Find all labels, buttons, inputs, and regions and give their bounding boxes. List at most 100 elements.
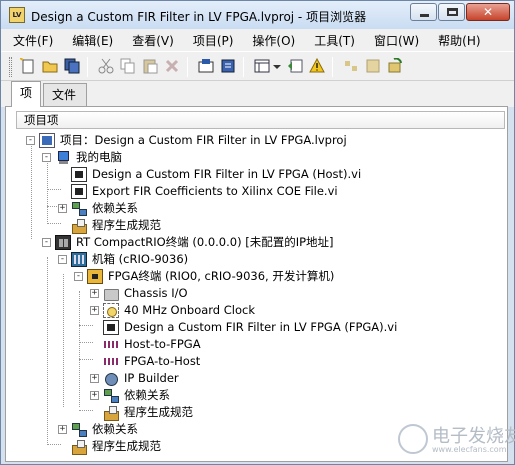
new-icon[interactable] (19, 57, 37, 76)
tree-item-label: 程序生成规范 (92, 218, 161, 232)
menu-bar: 文件(F) 编辑(E) 查看(V) 项目(P) 操作(O) 工具(T) 窗口(W… (1, 29, 514, 51)
fifo-icon (103, 354, 119, 369)
toolbar-separator (87, 57, 88, 77)
tree-item-crio-target[interactable]: - RT CompactRIO终端 (0.0.0.0) [未配置的IP地址] (42, 234, 334, 251)
tree-item-onboard-clock[interactable]: + 40 MHz Onboard Clock (90, 302, 255, 319)
build-spec-icon (103, 405, 119, 421)
tree-item-label: Design a Custom FIR Filter in LV FPGA (F… (124, 320, 398, 334)
collapse-icon[interactable]: - (42, 238, 51, 247)
tree-item-fpga-to-host[interactable]: FPGA-to-Host (90, 353, 200, 370)
collapse-icon[interactable]: - (42, 153, 51, 162)
open-icon[interactable] (41, 58, 59, 76)
tree-item-dependencies[interactable]: + 依赖关系 (58, 200, 138, 217)
toolbar-grip[interactable] (9, 57, 12, 77)
maximize-button[interactable] (438, 3, 465, 21)
labview-project-icon: LV (9, 7, 25, 23)
tree-item-label: Export FIR Coefficients to Xilinx COE Fi… (92, 184, 338, 198)
build-spec-icon (71, 218, 87, 234)
tree-item-label: FPGA-to-Host (124, 354, 201, 368)
tab-items[interactable]: 项 (11, 81, 41, 107)
copy-icon[interactable] (119, 58, 137, 76)
menu-operate[interactable]: 操作(O) (246, 32, 301, 49)
tree-item-chassis-io[interactable]: + Chassis I/O (90, 285, 188, 302)
save-all-icon[interactable] (63, 58, 81, 76)
menu-project[interactable]: 项目(P) (187, 32, 240, 49)
menu-window[interactable]: 窗口(W) (368, 32, 425, 49)
tree-item-label: RT CompactRIO终端 (0.0.0.0) [未配置的IP地址] (76, 235, 334, 249)
project-icon (39, 133, 55, 148)
watermark: 电子发烧友 www.elecfans.com (398, 422, 515, 460)
build-icon[interactable] (197, 58, 215, 76)
refresh-icon[interactable] (386, 57, 404, 76)
tree-item-project[interactable]: - 项目：Design a Custom FIR Filter in LV FP… (26, 132, 347, 149)
expand-icon[interactable]: + (90, 374, 99, 383)
tree-item-label: 机箱 (cRIO-9036) (92, 252, 189, 266)
menu-tools[interactable]: 工具(T) (308, 32, 361, 49)
dropdown-icon[interactable] (272, 58, 282, 76)
tree-line (79, 291, 80, 407)
cut-icon[interactable] (97, 58, 115, 76)
folder-icon (103, 286, 119, 301)
project-tree-panel: 项目项 - 项目：Design a Custom FIR Filter in L… (5, 106, 508, 462)
dependencies-icon (71, 201, 87, 216)
tab-files[interactable]: 文件 (43, 83, 87, 106)
tree-item-fpga-dependencies[interactable]: + 依赖关系 (90, 387, 170, 404)
close-icon: ✕ (482, 5, 494, 19)
warning-icon[interactable] (308, 57, 326, 76)
tree-item-label: 程序生成规范 (124, 405, 193, 419)
tree-item-label: 程序生成规范 (92, 439, 161, 453)
watermark-url: www.elecfans.com (432, 445, 507, 454)
column-header[interactable]: 项目项 (16, 111, 505, 129)
expand-icon[interactable]: + (90, 391, 99, 400)
project-tree: - 项目：Design a Custom FIR Filter in LV FP… (6, 129, 507, 463)
add-icon[interactable] (286, 58, 304, 76)
tab-row: 项 文件 (1, 81, 514, 107)
expand-icon[interactable]: + (58, 204, 67, 213)
tree-item-fpga-build-spec[interactable]: 程序生成规范 (90, 404, 193, 421)
view-icon[interactable] (253, 58, 271, 76)
tree-item-export-vi[interactable]: Export FIR Coefficients to Xilinx COE Fi… (58, 183, 338, 200)
collapse-icon[interactable]: - (26, 136, 35, 145)
vi-icon (71, 167, 87, 182)
fifo-icon (103, 337, 119, 352)
paste-icon[interactable] (141, 58, 159, 76)
delete-icon[interactable] (163, 58, 181, 76)
tree-item-fpga-target[interactable]: - FPGA终端 (RIO0, cRIO-9036, 开发计算机) (74, 268, 334, 285)
menu-help[interactable]: 帮助(H) (432, 32, 486, 49)
dependencies-icon (103, 388, 119, 403)
tree-item-build-spec[interactable]: 程序生成规范 (58, 217, 161, 234)
tree-item-crio-build-spec[interactable]: 程序生成规范 (58, 438, 161, 455)
minimize-button[interactable] (410, 3, 437, 21)
computer-icon (55, 150, 71, 165)
tree-item-my-computer[interactable]: - 我的电脑 (42, 149, 122, 166)
tree-item-fpga-vi[interactable]: Design a Custom FIR Filter in LV FPGA (F… (90, 319, 397, 336)
resolve-icon[interactable] (342, 58, 360, 76)
menu-edit[interactable]: 编辑(E) (66, 32, 119, 49)
title-bar[interactable]: LV Design a Custom FIR Filter in LV FPGA… (1, 1, 514, 29)
tree-item-host-to-fpga[interactable]: Host-to-FPGA (90, 336, 201, 353)
close-button[interactable]: ✕ (466, 3, 510, 21)
window-title: Design a Custom FIR Filter in LV FPGA.lv… (31, 10, 367, 24)
fpga-icon (87, 269, 103, 284)
watermark-logo-icon (398, 424, 428, 454)
tree-item-host-vi[interactable]: Design a Custom FIR Filter in LV FPGA (H… (58, 166, 361, 183)
crio-icon (55, 235, 71, 250)
tree-item-ip-builder[interactable]: + IP Builder (90, 370, 179, 387)
maximize-icon (447, 8, 458, 16)
tree-item-crio-dependencies[interactable]: + 依赖关系 (58, 421, 138, 438)
tree-item-label: 项目：Design a Custom FIR Filter in LV FPGA… (60, 133, 347, 147)
expand-icon[interactable]: + (58, 425, 67, 434)
tree-item-chassis[interactable]: - 机箱 (cRIO-9036) (58, 251, 188, 268)
menu-view[interactable]: 查看(V) (126, 32, 180, 49)
group-icon[interactable] (364, 58, 382, 76)
expand-icon[interactable]: + (90, 306, 99, 315)
menu-file[interactable]: 文件(F) (7, 32, 59, 49)
deploy-icon[interactable] (219, 58, 237, 76)
expand-icon[interactable]: + (90, 289, 99, 298)
collapse-icon[interactable]: - (74, 272, 83, 281)
build-spec-icon (71, 439, 87, 455)
toolbar (1, 51, 514, 81)
collapse-icon[interactable]: - (58, 255, 67, 264)
dependencies-icon (71, 422, 87, 437)
tree-line (63, 274, 64, 407)
